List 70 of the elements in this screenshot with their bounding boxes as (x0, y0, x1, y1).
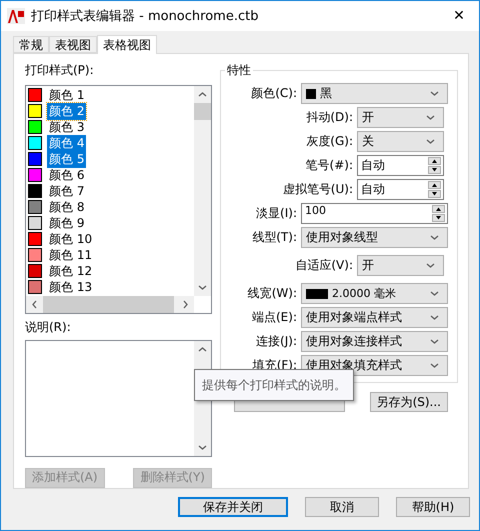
group-title: 特性 (226, 62, 252, 79)
spin-field[interactable]: 自动 (357, 155, 444, 176)
dialog-button[interactable]: 帮助(H) (396, 497, 470, 517)
save-as-button[interactable]: 另存为(S)... (370, 392, 448, 412)
description-label: 说明(R): (25, 319, 72, 336)
color-swatch (306, 88, 316, 98)
dropdown[interactable]: 关 (357, 131, 444, 152)
chevron-icon (430, 233, 439, 242)
chevron-icon (430, 289, 439, 298)
list-item[interactable]: 颜色 2 (47, 102, 86, 120)
tab[interactable]: 表视图 (49, 36, 97, 53)
field-label: 颜色(C): (250, 85, 297, 102)
horizontal-scrollbar[interactable] (26, 296, 194, 314)
tooltip-text: 提供每个打印样式的说明。 (202, 376, 346, 394)
chevron-icon (430, 89, 439, 98)
list-item[interactable]: 颜色 6 (47, 166, 86, 184)
spin-field[interactable]: 100 (301, 203, 448, 224)
list-item[interactable]: 颜色 8 (47, 198, 86, 216)
field-label: 笔号(#): (304, 157, 353, 174)
list-item[interactable]: 颜色 10 (47, 230, 94, 248)
field-label: 线型(T): (251, 229, 297, 246)
dropdown[interactable]: 2.0000 毫米 (301, 283, 448, 304)
chevron-icon (430, 337, 439, 346)
dropdown[interactable]: 黑 (301, 83, 448, 104)
list-label: 打印样式(P): (25, 62, 95, 79)
chevron-icon (426, 261, 435, 270)
list-item[interactable]: 颜色 3 (47, 118, 86, 136)
chevron-icon (430, 313, 439, 322)
spin-field[interactable]: 自动 (357, 179, 444, 200)
list-item[interactable]: 颜色 12 (47, 262, 94, 280)
field-label: 线宽(W): (246, 285, 297, 302)
field-label: 连接(J): (255, 333, 297, 350)
list-item[interactable]: 颜色 13 (47, 278, 94, 296)
vertical-scrollbar[interactable] (194, 86, 211, 296)
dropdown[interactable]: 开 (357, 255, 444, 276)
dropdown[interactable]: 使用对象端点样式 (301, 307, 448, 328)
field-label: 自适应(V): (294, 257, 353, 274)
chevron-icon (430, 361, 439, 370)
app-logo-icon (7, 8, 25, 24)
field-label: 淡显(I): (255, 205, 297, 222)
field-label: 端点(E): (251, 309, 297, 326)
list-item[interactable]: 颜色 4 (47, 134, 86, 152)
field-label: 灰度(G): (305, 133, 353, 150)
chevron-icon (30, 300, 39, 310)
list-item[interactable]: 颜色 5 (47, 150, 86, 168)
spin-buttons[interactable] (428, 181, 441, 198)
chevron-icon (198, 90, 207, 99)
dropdown[interactable]: 开 (357, 107, 444, 128)
tab[interactable]: 常规 (13, 36, 49, 53)
list-item[interactable]: 颜色 1 (47, 86, 86, 104)
tab[interactable]: 表格视图 (97, 35, 157, 54)
scrollbar-thumb[interactable] (194, 103, 211, 120)
chevron-icon (198, 345, 207, 354)
list-item[interactable]: 颜色 11 (47, 246, 94, 264)
spin-buttons[interactable] (432, 205, 445, 222)
dialog-button[interactable]: 保存并关闭 (178, 497, 288, 517)
chevron-icon (198, 442, 207, 452)
dropdown[interactable]: 使用对象连接样式 (301, 331, 448, 352)
lineweight-swatch (306, 288, 328, 298)
field-label: 抖动(D): (305, 109, 353, 126)
field-label: 虚拟笔号(U): (282, 181, 353, 198)
scrollbar-thumb[interactable] (43, 296, 174, 314)
list-item[interactable]: 颜色 7 (47, 182, 86, 200)
chevron-icon (426, 137, 435, 146)
list-item[interactable]: 颜色 9 (47, 214, 86, 232)
chevron-icon (426, 113, 435, 122)
window-title: 打印样式表编辑器 - monochrome.ctb (31, 8, 260, 25)
spin-buttons[interactable] (428, 157, 441, 174)
dialog-button[interactable]: 取消 (305, 497, 379, 517)
dropdown[interactable]: 使用对象线型 (301, 227, 448, 248)
